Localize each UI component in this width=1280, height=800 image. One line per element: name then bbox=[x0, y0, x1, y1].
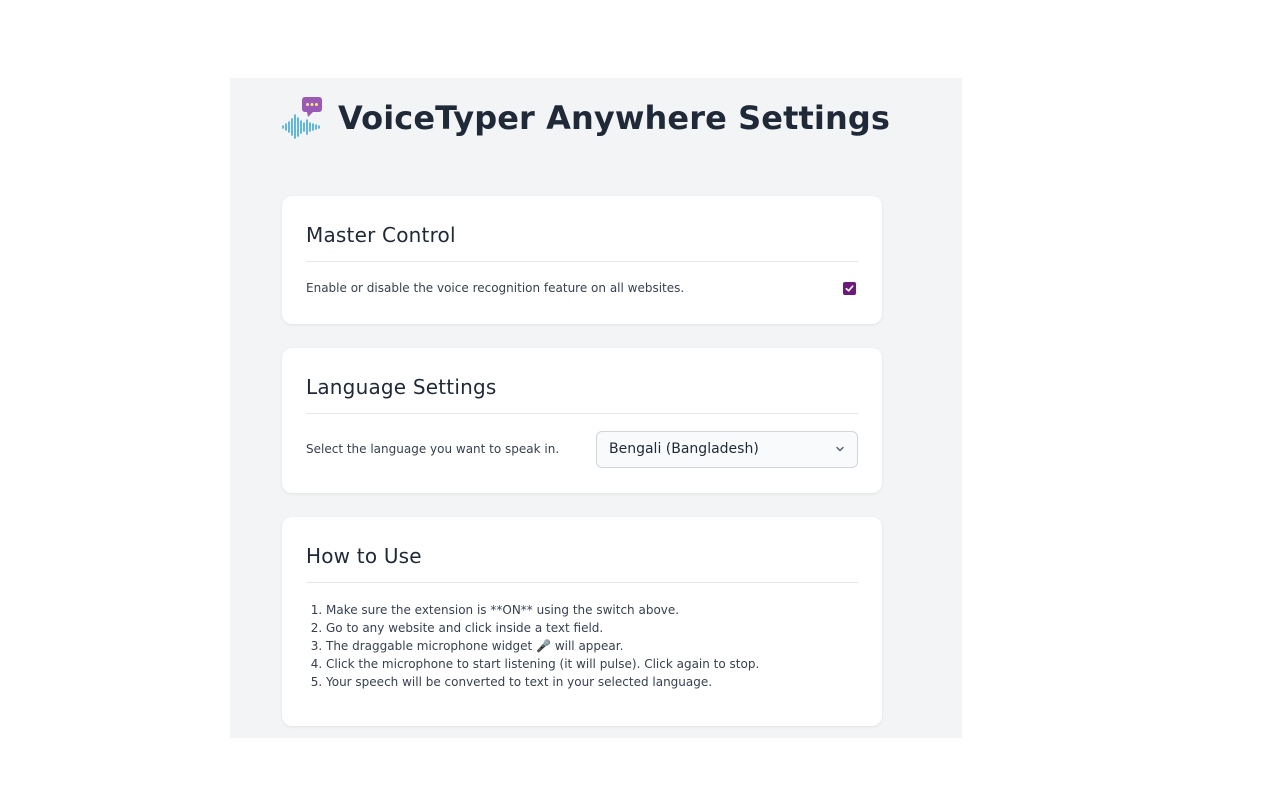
step-item: The draggable microphone widget 🎤 will a… bbox=[326, 637, 858, 655]
step-item: Go to any website and click inside a tex… bbox=[326, 619, 858, 637]
voice-chat-logo-icon bbox=[282, 97, 322, 139]
master-control-row: Enable or disable the voice recognition … bbox=[306, 262, 858, 314]
step-item: Make sure the extension is **ON** using … bbox=[326, 601, 858, 619]
master-control-description: Enable or disable the voice recognition … bbox=[306, 281, 685, 295]
checkmark-icon bbox=[845, 284, 854, 292]
settings-page: VoiceTyper Anywhere Settings Master Cont… bbox=[230, 78, 962, 738]
how-to-use-steps: Make sure the extension is **ON** using … bbox=[306, 583, 858, 691]
page-title: VoiceTyper Anywhere Settings bbox=[338, 99, 890, 137]
page-header: VoiceTyper Anywhere Settings bbox=[282, 96, 890, 140]
language-select[interactable]: Bengali (Bangladesh) bbox=[596, 430, 858, 468]
step-item: Click the microphone to start listening … bbox=[326, 655, 858, 673]
language-settings-card: Language Settings Select the language yo… bbox=[282, 348, 882, 493]
language-select-value: Bengali (Bangladesh) bbox=[609, 441, 759, 457]
language-settings-row: Select the language you want to speak in… bbox=[306, 414, 858, 484]
how-to-use-card: How to Use Make sure the extension is **… bbox=[282, 517, 882, 726]
step-item: Your speech will be converted to text in… bbox=[326, 673, 858, 691]
enable-checkbox[interactable] bbox=[843, 281, 856, 295]
how-to-use-title: How to Use bbox=[306, 517, 858, 583]
language-settings-description: Select the language you want to speak in… bbox=[306, 442, 560, 456]
chevron-down-icon bbox=[836, 446, 844, 452]
master-control-title: Master Control bbox=[306, 196, 858, 262]
master-control-card: Master Control Enable or disable the voi… bbox=[282, 196, 882, 324]
language-settings-title: Language Settings bbox=[306, 348, 858, 414]
